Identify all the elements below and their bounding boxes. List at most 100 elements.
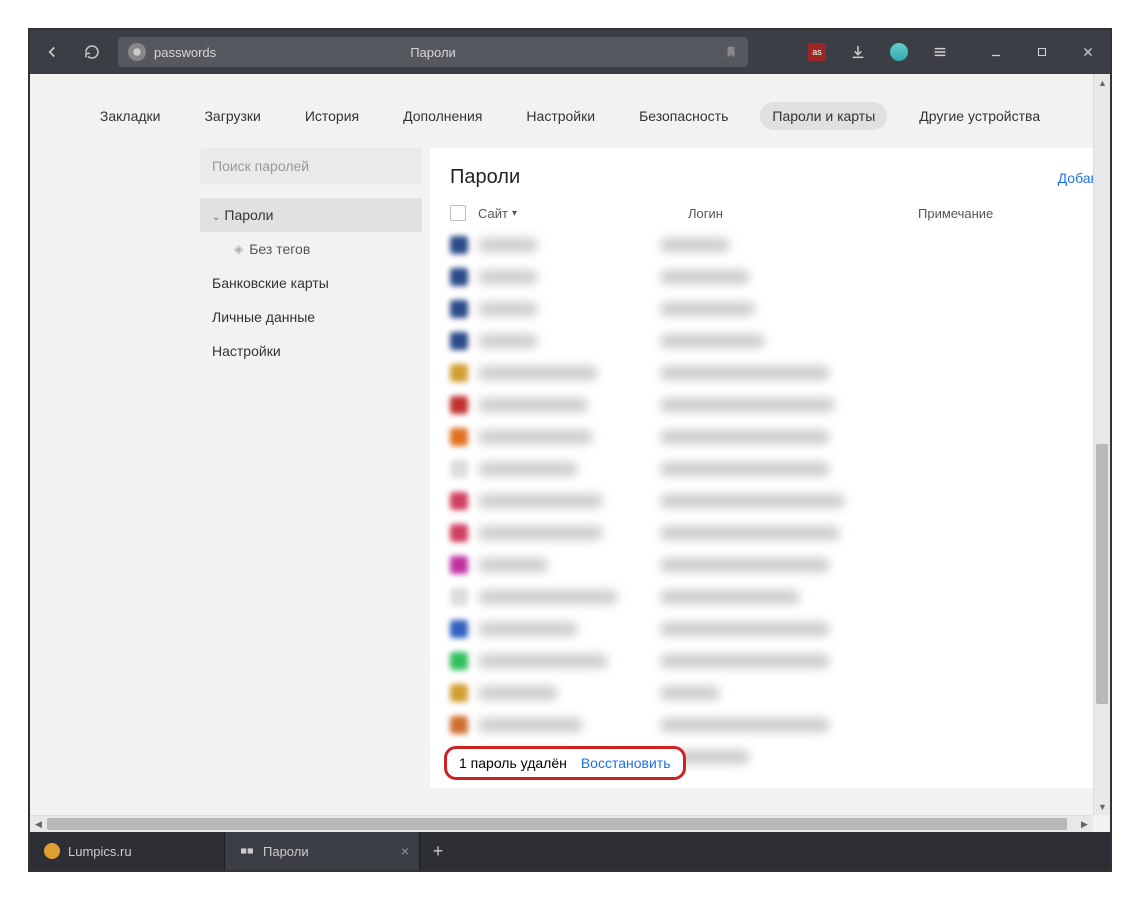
password-row[interactable] (450, 293, 1098, 325)
address-bar[interactable]: passwords Пароли (118, 37, 748, 67)
notice-text: 1 пароль удалён (459, 755, 567, 771)
password-row[interactable] (450, 677, 1098, 709)
favicon (450, 492, 468, 510)
nav-item[interactable]: Безопасность (627, 102, 740, 130)
tab-label: Пароли (263, 844, 309, 859)
password-row[interactable] (450, 645, 1098, 677)
sidebar-item[interactable]: ⌄Пароли (200, 198, 422, 232)
browser-tab[interactable]: Lumpics.ru (30, 832, 225, 870)
site-cell (478, 590, 618, 604)
tab-label: Lumpics.ru (68, 844, 132, 859)
favicon (450, 460, 468, 478)
password-row[interactable] (450, 613, 1098, 645)
new-tab-button[interactable]: + (420, 832, 456, 870)
scroll-left-arrow[interactable]: ◀ (30, 816, 47, 832)
login-cell (660, 430, 830, 444)
weather-icon[interactable] (890, 43, 908, 61)
password-row[interactable] (450, 549, 1098, 581)
favicon (450, 588, 468, 606)
password-row[interactable] (450, 517, 1098, 549)
bookmark-icon[interactable] (724, 45, 738, 59)
sidebar-item[interactable]: Настройки (200, 334, 422, 368)
horizontal-scrollbar[interactable]: ◀ ▶ (30, 815, 1093, 832)
settings-nav: Закладки Загрузки История Дополнения Настрой… (30, 74, 1110, 148)
menu-icon[interactable] (926, 38, 954, 66)
password-row[interactable] (450, 485, 1098, 517)
login-cell (660, 686, 720, 700)
scroll-thumb-h[interactable] (47, 818, 1067, 830)
window-minimize-button[interactable] (982, 38, 1010, 66)
site-identity-icon (128, 43, 146, 61)
password-row[interactable] (450, 229, 1098, 261)
favicon (450, 236, 468, 254)
downloads-icon[interactable] (844, 38, 872, 66)
browser-tab[interactable]: Пароли × (225, 832, 420, 870)
password-row[interactable] (450, 421, 1098, 453)
scroll-right-arrow[interactable]: ▶ (1076, 816, 1093, 832)
site-cell (478, 398, 588, 412)
password-row[interactable] (450, 357, 1098, 389)
vertical-scrollbar[interactable]: ▲ ▼ (1093, 74, 1110, 815)
lastfm-extension-icon[interactable]: as (808, 43, 826, 61)
login-cell (660, 238, 730, 252)
favicon (450, 524, 468, 542)
favicon (450, 364, 468, 382)
login-cell (660, 494, 845, 508)
favicon (450, 652, 468, 670)
password-row[interactable] (450, 581, 1098, 613)
site-cell (478, 622, 578, 636)
reload-button[interactable] (78, 38, 106, 66)
site-cell (478, 494, 603, 508)
login-cell (660, 622, 830, 636)
password-row[interactable] (450, 325, 1098, 357)
restore-link[interactable]: Восстановить (581, 755, 671, 771)
site-cell (478, 686, 558, 700)
password-row[interactable] (450, 453, 1098, 485)
sidebar-item[interactable]: Личные данные (200, 300, 422, 334)
sidebar-item[interactable]: Банковские карты (200, 266, 422, 300)
login-cell (660, 558, 830, 572)
select-all-checkbox[interactable] (450, 205, 466, 221)
column-note[interactable]: Примечание (918, 206, 1098, 221)
nav-item[interactable]: Загрузки (192, 102, 272, 130)
nav-item[interactable]: История (293, 102, 371, 130)
search-placeholder: Поиск паролей (212, 158, 309, 174)
scroll-up-arrow[interactable]: ▲ (1094, 74, 1110, 91)
nav-item[interactable]: Закладки (88, 102, 173, 130)
scroll-down-arrow[interactable]: ▼ (1094, 798, 1110, 815)
password-row[interactable] (450, 709, 1098, 741)
add-password-link[interactable]: Добав (1058, 170, 1098, 186)
tag-icon: ◈ (234, 242, 243, 256)
close-tab-icon[interactable]: × (401, 843, 409, 859)
nav-item[interactable]: Настройки (514, 102, 607, 130)
site-cell (478, 270, 538, 284)
sidebar: Поиск паролей ⌄Пароли◈Без теговБанковски… (200, 148, 422, 788)
address-title: Пароли (410, 45, 456, 60)
sidebar-item-label: Личные данные (212, 309, 315, 325)
login-cell (660, 654, 830, 668)
site-cell (478, 366, 598, 380)
back-button[interactable] (38, 38, 66, 66)
password-row[interactable] (450, 261, 1098, 293)
favicon (450, 716, 468, 734)
search-input[interactable]: Поиск паролей (200, 148, 422, 184)
column-login[interactable]: Логин (688, 206, 918, 221)
window-close-button[interactable] (1074, 38, 1102, 66)
scroll-thumb[interactable] (1096, 444, 1108, 704)
sort-icon: ▾ (512, 208, 517, 219)
login-cell (660, 334, 765, 348)
login-cell (660, 718, 830, 732)
window-maximize-button[interactable] (1028, 38, 1056, 66)
password-row[interactable] (450, 389, 1098, 421)
nav-item[interactable]: Дополнения (391, 102, 494, 130)
sidebar-item[interactable]: ◈Без тегов (200, 232, 422, 266)
nav-item[interactable]: Другие устройства (907, 102, 1052, 130)
browser-toolbar: passwords Пароли as (30, 30, 1110, 74)
passwords-panel: Пароли Добав Сайт ▾ Логин Примечание 1 п… (430, 148, 1098, 788)
login-cell (660, 526, 840, 540)
site-cell (478, 558, 548, 572)
login-cell (660, 590, 800, 604)
column-site[interactable]: Сайт ▾ (478, 206, 688, 221)
nav-item[interactable]: Пароли и карты (760, 102, 887, 130)
site-cell (478, 526, 603, 540)
